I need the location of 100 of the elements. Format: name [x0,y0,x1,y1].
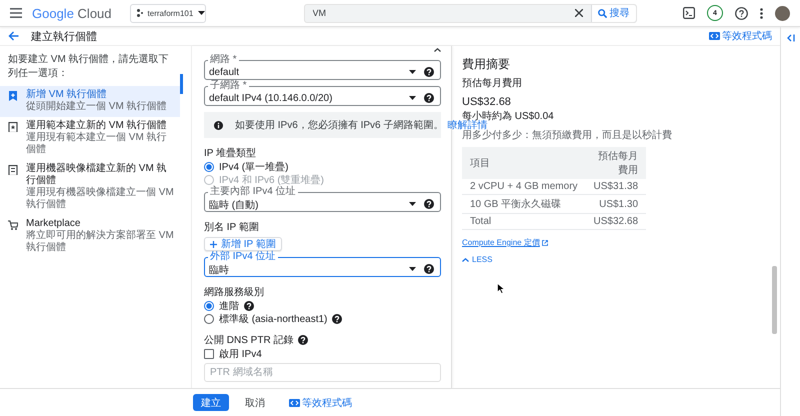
mouse-pointer-icon [497,283,505,294]
radio-label: IPv4 和 IPv6 (雙重堆疊) [219,174,324,186]
menu-icon[interactable] [10,8,22,18]
hourly-cost: 每小時約為 US$0.04 [462,110,555,122]
avatar[interactable] [775,6,790,20]
select-field[interactable]: 外部 IPv4 位址 臨時 [204,252,441,277]
column-header: 項目 [462,147,586,179]
info-icon [214,120,223,130]
code-icon [709,32,720,40]
field-label: 主要內部 IPv4 位址 [208,187,298,197]
caret-icon [409,70,416,74]
intro-text: 如要建立 VM 執行個體，請先選取下列任一選項： [7,52,170,81]
help-icon[interactable] [332,314,342,324]
radio-label: IPv4 (單一堆疊) [219,160,288,174]
radio-label: 進階 [219,300,239,313]
document-icon [8,165,18,175]
section-heading: 網路服務級別 [204,286,264,299]
less-toggle[interactable]: LESS [462,255,492,264]
checkbox[interactable] [204,349,214,359]
estimate-label: 預估每月費用 [462,76,523,90]
page-title: 建立執行個體 [31,30,97,44]
caret-icon [409,267,416,271]
cancel-button[interactable]: 取消 [237,394,273,411]
sidebar-item[interactable]: Marketplace 將立即可用的解決方案部署至 VM 執行個體 [0,215,180,258]
caret-icon [198,11,206,15]
section-heading: 公開 DNS PTR 記錄 [204,334,294,347]
item-subtitle: 將立即可用的解決方案部署至 VM 執行個體 [26,230,174,254]
summary-title: 費用摘要 [462,56,511,73]
scroll-indicator [180,74,183,94]
sidebar-item[interactable]: 新增 VM 執行個體 從頭開始建立一個 VM 執行個體 [0,86,180,117]
code-icon [289,398,300,406]
search-icon [598,8,607,18]
table-cell: US$1.30 [586,194,646,214]
code-button[interactable]: 等效程式碼 [281,394,360,411]
field-value: 臨時 (自動) [209,198,260,212]
radio-button[interactable] [204,162,214,172]
clear-icon[interactable] [574,9,583,17]
table-cell: US$32.68 [586,214,646,230]
info-text: 如要使用 IPv6，您必須擁有 IPv6 子網路範圍。 [235,118,444,132]
help-icon[interactable] [298,335,308,345]
sidebar-item[interactable]: 運用範本建立新的 VM 執行個體 運用現有範本建立一個 VM 執行個體 [0,117,180,160]
column-header: 預估每月費用 [586,147,646,179]
terminal-icon[interactable] [683,7,695,19]
text-field[interactable]: PTR 網域名稱 [204,363,441,382]
hierarchy-icon [136,9,143,17]
table-cell: Total [462,214,586,230]
select-field[interactable]: 主要內部 IPv4 位址 臨時 (自動) [204,187,441,212]
checkbox-label: 啟用 IPv4 [219,348,262,361]
project-selector[interactable]: terraform101 [130,4,206,22]
item-subtitle: 運用現有機器映像檔建立一個 VM 執行個體 [26,187,174,211]
collapse-panel-icon[interactable] [786,34,794,42]
collapse-icon[interactable] [434,48,441,52]
item-title: 運用範本建立新的 VM 執行個體 [26,120,168,132]
section-heading: IP 堆疊類型 [204,146,256,160]
caret-icon [409,202,416,206]
plus-icon [210,240,217,248]
help-icon[interactable] [424,93,434,103]
star-document-icon [8,122,18,132]
chevron-up-icon [462,258,469,262]
item-title: Marketplace [26,218,82,230]
radio-button[interactable] [204,314,214,324]
table-cell: 2 vCPU + 4 GB memory [462,179,586,194]
more-icon[interactable] [760,8,763,18]
help-icon[interactable] [424,199,434,209]
back-arrow-icon[interactable] [8,31,19,41]
item-title: 新增 VM 執行個體 [26,89,108,100]
radio-label: 標準級 (asia-northeast1) [219,312,328,326]
field-value: 臨時 [209,264,230,276]
external-link-icon [542,240,548,246]
add-ip-range-button[interactable]: 新增 IP 範圍 [204,237,282,251]
sidebar-item[interactable]: 運用機器映像檔建立新的 VM 執行個體 運用現有機器映像檔建立一個 VM 執行個體 [0,160,180,215]
billing-note: 用多少付多少：無須預繳費用，而且是以秒計費 [462,130,673,142]
help-icon[interactable] [424,264,434,274]
create-button[interactable]: 建立 [193,394,229,411]
help-icon[interactable] [735,6,748,20]
section-heading: 別名 IP 範圍 [204,221,259,234]
radio-button[interactable] [204,301,214,311]
monthly-cost: US$32.68 [462,96,512,108]
select-field[interactable]: 子網路 * default IPv4 (10.146.0.0/20) [204,81,441,106]
item-subtitle: 從頭開始建立一個 VM 執行個體 [26,101,167,113]
item-subtitle: 運用現有範本建立一個 VM 執行個體 [26,132,168,156]
scrollbar-thumb [772,266,777,334]
table-cell: US$31.38 [586,179,646,194]
caret-icon [409,96,416,100]
search-button[interactable]: 搜尋 [590,4,636,22]
cart-icon [8,220,18,230]
pricing-link[interactable]: Compute Engine 定價 [462,237,548,248]
field-label: 網路 * [208,55,239,65]
help-icon[interactable] [244,301,254,311]
help-icon[interactable] [424,67,434,77]
field-label: 子網路 * [208,81,249,91]
field-value: default [209,66,240,78]
table-cell: 10 GB 平衡永久磁碟 [462,194,586,214]
search-field[interactable]: VM 搜尋 [304,4,637,22]
field-label: 外部 IPv4 位址 [208,252,278,262]
select-field[interactable]: 網路 * default [204,55,441,80]
code-link[interactable]: 等效程式碼 [709,29,772,43]
item-title: 運用機器映像檔建立新的 VM 執行個體 [26,163,168,186]
bookmark-plus-icon [8,91,18,101]
logo[interactable]: Google Cloud [32,6,112,20]
